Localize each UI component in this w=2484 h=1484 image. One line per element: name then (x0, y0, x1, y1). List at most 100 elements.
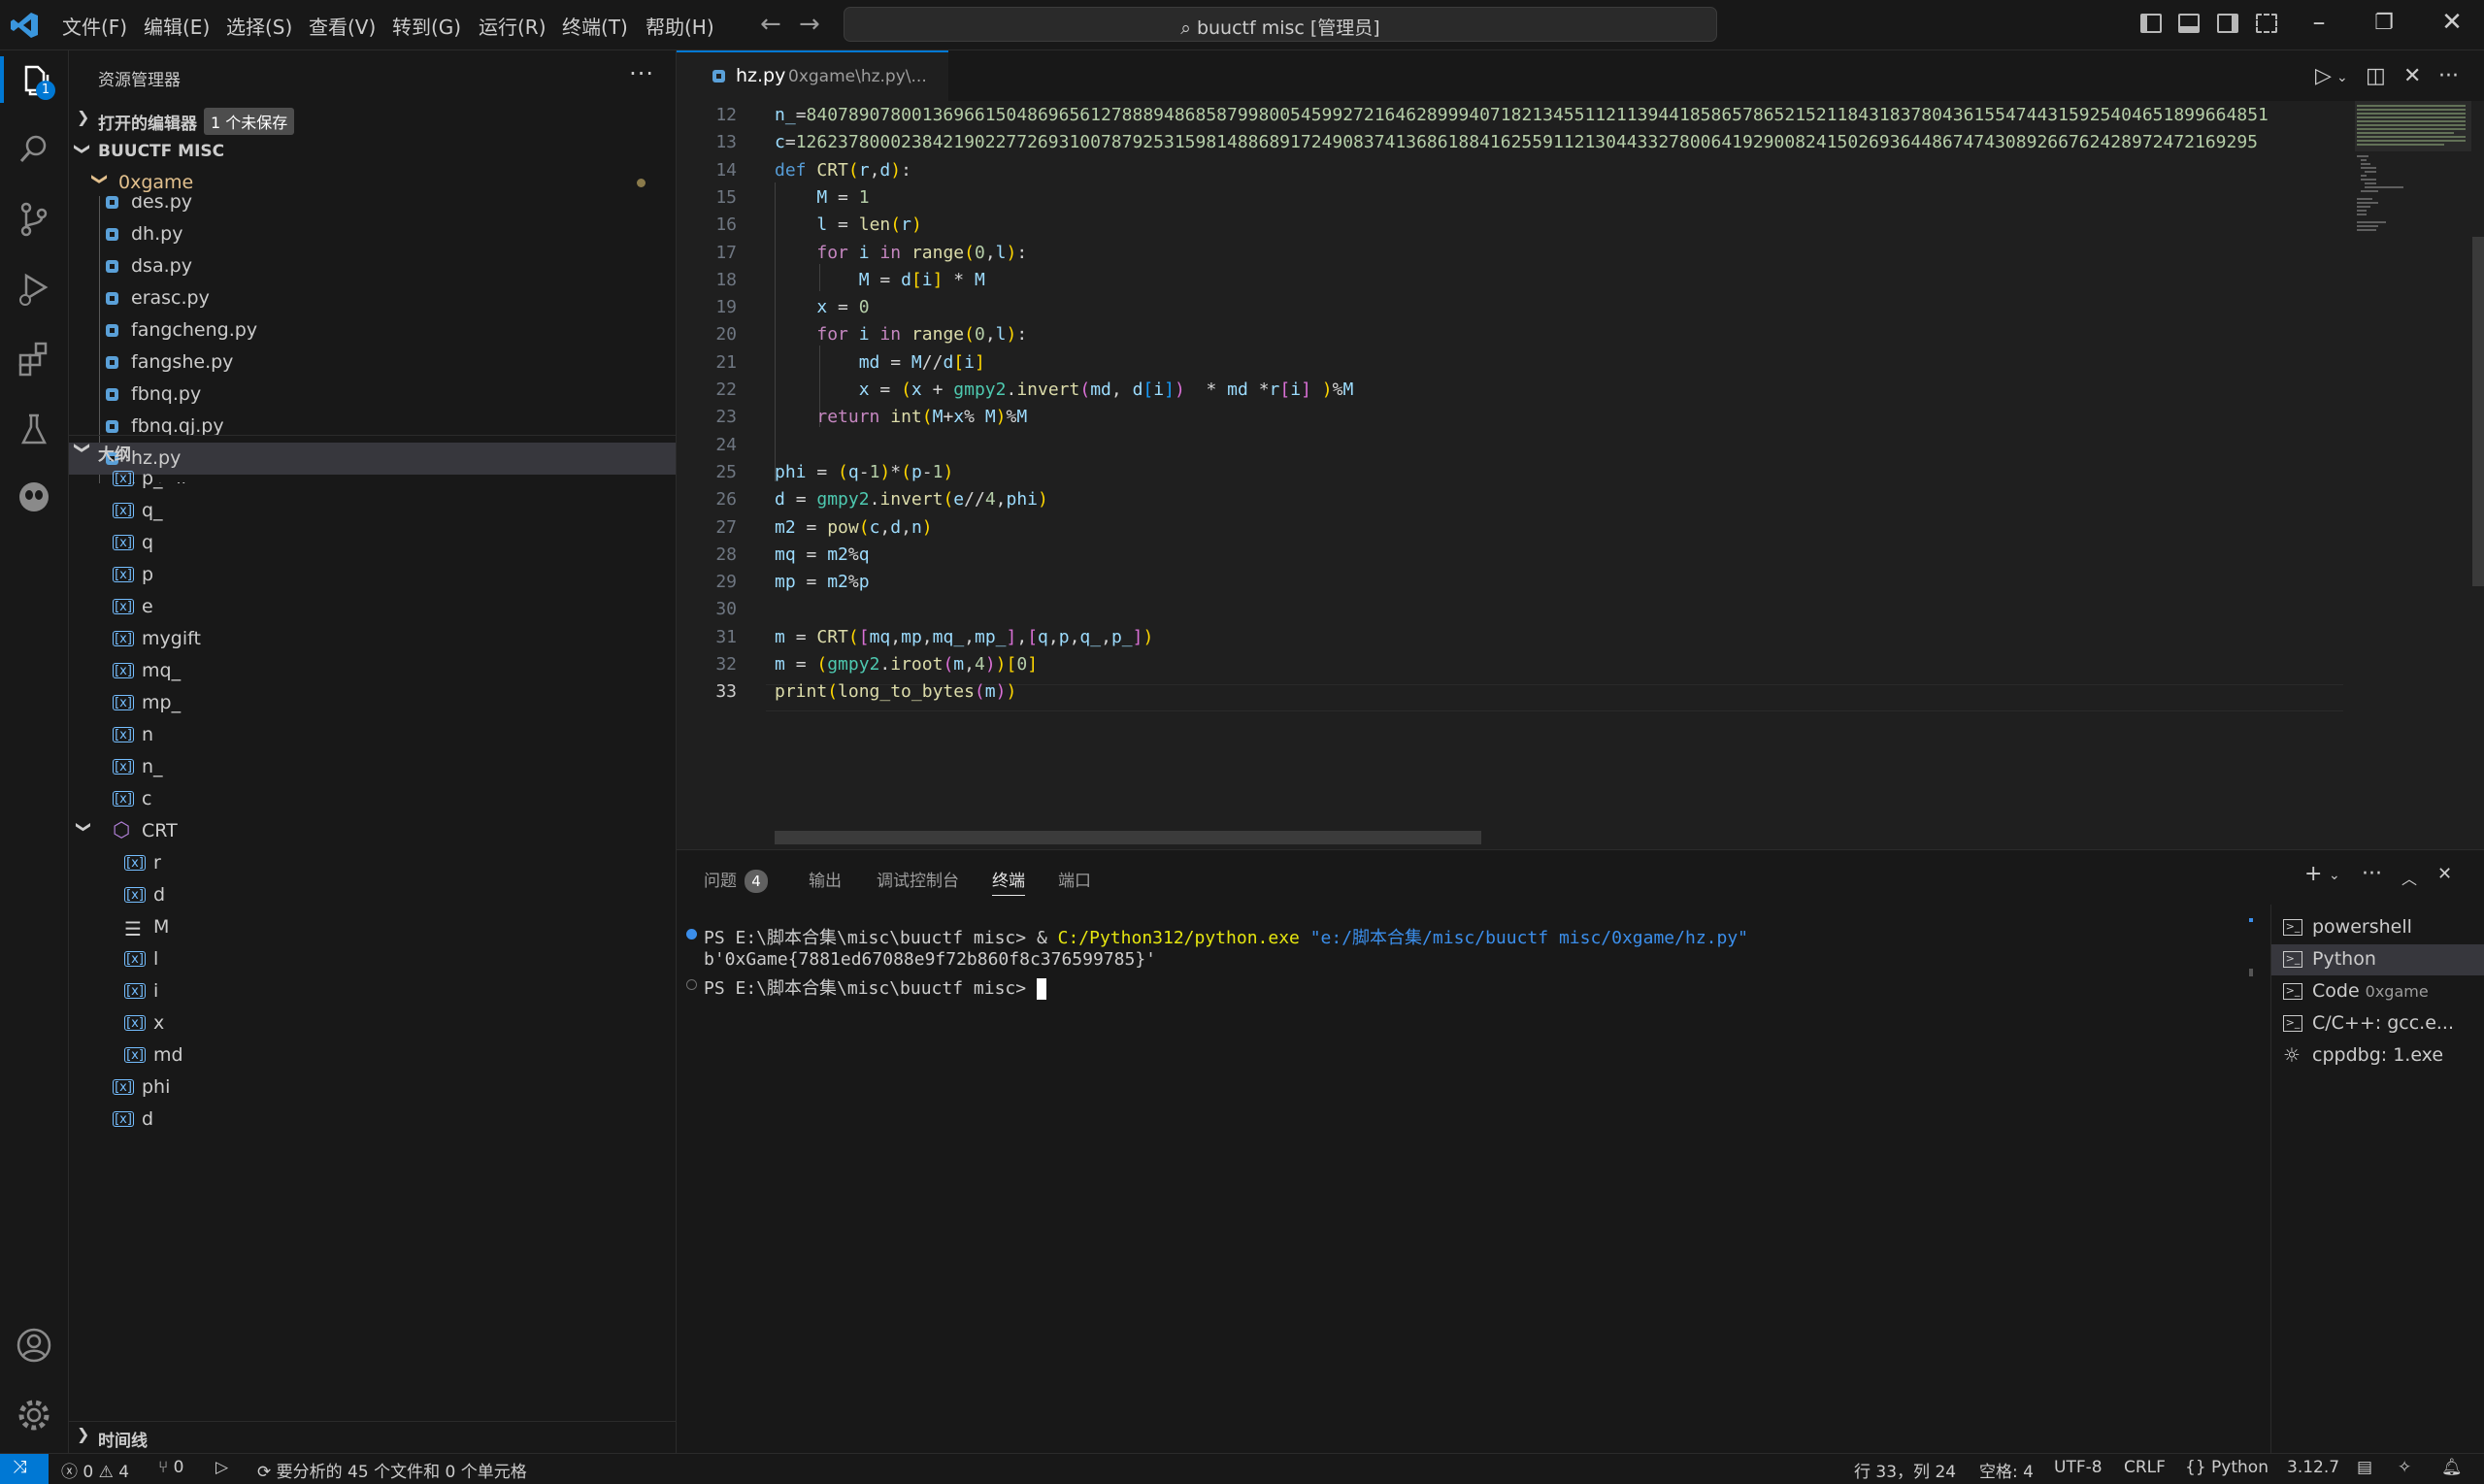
manage-gear-icon[interactable] (13, 1394, 55, 1436)
close-tab-icon[interactable]: ✕ (2403, 64, 2421, 88)
file-item[interactable]: dsa.py (69, 250, 676, 282)
outline-section[interactable]: ❯ 大纲 (69, 435, 676, 465)
outline-item[interactable]: [x] q_ (69, 496, 676, 528)
menu-file[interactable]: 文件(F) (62, 12, 127, 40)
restore-icon[interactable]: ❐ (2365, 11, 2403, 35)
notifications-bell-icon[interactable]: 🔔︎ (2441, 1458, 2463, 1477)
explorer-icon[interactable]: 1 (13, 59, 55, 102)
run-and-debug-icon[interactable] (13, 268, 55, 311)
workspace-section[interactable]: ❯ BUUCTF MISC (69, 137, 676, 166)
copilot-status-icon[interactable]: ✧ (2398, 1458, 2411, 1477)
code-line[interactable]: 29 mp = m2%p (677, 572, 2346, 599)
run-python-icon[interactable]: ▷ (2315, 64, 2332, 88)
toggle-panel-icon[interactable] (2178, 14, 2200, 33)
more-actions-icon[interactable]: ··· (2438, 64, 2459, 88)
cursor-position[interactable]: 行 33，列 24 (1854, 1458, 1956, 1482)
menu-go[interactable]: 转到(G) (392, 12, 461, 40)
outline-item[interactable]: [x] i (69, 976, 676, 1008)
terminal-dropdown-icon[interactable]: ⌄ (2329, 868, 2340, 883)
horizontal-scrollbar[interactable] (775, 831, 1481, 844)
menu-edit[interactable]: 编辑(E) (144, 12, 210, 40)
tab-ports[interactable]: 端口 (1058, 867, 1091, 891)
file-icon[interactable]: ▤ (2357, 1458, 2372, 1477)
outline-item[interactable]: [x] p_ (69, 464, 676, 496)
testing-flask-icon[interactable] (13, 408, 55, 450)
minimap[interactable] (2355, 101, 2471, 848)
run-dropdown-icon[interactable]: ⌄ (2336, 70, 2348, 85)
code-line[interactable]: 32 m = (gmpy2.iroot(m,4))[0] (677, 654, 2346, 681)
terminal-instance[interactable]: ☼ cppdbg: 1.exe (2271, 1040, 2484, 1072)
code-line[interactable]: 20 for i in range(0,l): (677, 324, 2346, 351)
outline-item[interactable]: [x] phi (69, 1072, 676, 1105)
copilot-icon[interactable] (13, 476, 55, 518)
file-item[interactable]: des.py (69, 196, 676, 218)
outline-item[interactable]: [x] r (69, 848, 676, 880)
code-line[interactable]: 30 (677, 599, 2346, 626)
outline-item[interactable]: [x] mp_ (69, 688, 676, 720)
end-of-line[interactable]: CRLF (2124, 1458, 2166, 1477)
extensions-icon[interactable] (13, 338, 55, 380)
command-center-search[interactable]: ⌕ buuctf misc [管理员] (844, 7, 1717, 42)
analysis-status[interactable]: ⟳ 要分析的 45 个文件和 0 个单元格 (257, 1458, 527, 1482)
tab-debug-console[interactable]: 调试控制台 (877, 867, 959, 891)
toggle-primary-sidebar-icon[interactable] (2140, 14, 2162, 33)
file-item[interactable]: fangcheng.py (69, 314, 676, 346)
menu-view[interactable]: 查看(V) (309, 12, 376, 40)
customize-layout-icon[interactable] (2256, 14, 2277, 33)
indentation[interactable]: 空格: 4 (1979, 1458, 2034, 1482)
outline-item[interactable]: [x] d (69, 1105, 676, 1137)
code-line[interactable]: 12 n_=84078907800136966150486965612788894… (677, 105, 2346, 132)
outline-item[interactable]: [x] n_ (69, 752, 676, 784)
code-line[interactable]: 22 x = (x + gmpy2.invert(md, d[i]) * md … (677, 379, 2346, 407)
file-item[interactable]: dh.py (69, 218, 676, 250)
outline-item[interactable]: [x] mygift (69, 624, 676, 656)
code-line[interactable]: 14 def CRT(r,d): (677, 160, 2346, 187)
code-line[interactable]: 15 M = 1 (677, 187, 2346, 214)
split-editor-icon[interactable]: ◫ (2366, 64, 2386, 88)
code-editor[interactable]: 12 n_=84078907800136966150486965612788894… (677, 101, 2484, 848)
outline-item[interactable]: [x] x (69, 1008, 676, 1040)
tab-output[interactable]: 输出 (809, 867, 842, 891)
accounts-icon[interactable] (13, 1324, 55, 1367)
code-line[interactable]: 19 x = 0 (677, 297, 2346, 324)
code-line[interactable]: 16 l = len(r) (677, 214, 2346, 242)
outline-item[interactable]: ❯ ⬡ CRT (69, 816, 676, 848)
outline-item[interactable]: [x] md (69, 1040, 676, 1072)
close-window-icon[interactable]: ✕ (2433, 8, 2471, 37)
problems-status[interactable]: ⓧ 0 ⚠ 4 (61, 1458, 129, 1482)
more-actions-icon[interactable]: ··· (629, 60, 654, 87)
ports-status[interactable]: ⑂ 0 (158, 1458, 183, 1477)
search-icon[interactable] (13, 128, 55, 171)
vertical-scrollbar[interactable] (2472, 237, 2484, 586)
outline-item[interactable]: [x] d (69, 880, 676, 912)
open-editors-section[interactable]: ❯ 打开的编辑器 1 个未保存 (69, 105, 676, 135)
outline-item[interactable]: [x] l (69, 944, 676, 976)
encoding[interactable]: UTF-8 (2054, 1458, 2103, 1477)
maximize-panel-icon[interactable]: ︿ (2401, 866, 2417, 889)
file-item[interactable]: fangshe.py (69, 346, 676, 379)
file-item[interactable]: erasc.py (69, 282, 676, 314)
terminal-instance[interactable]: >_ C/C++: gcc.e...✓ (2271, 1008, 2484, 1039)
new-terminal-icon[interactable]: + (2304, 862, 2322, 886)
code-line[interactable]: 18 M = d[i] * M (677, 270, 2346, 297)
more-actions-icon[interactable]: ··· (2362, 862, 2382, 886)
code-line[interactable]: 25 phi = (q-1)*(p-1) (677, 462, 2346, 489)
code-line[interactable]: 21 md = M//d[i] (677, 352, 2346, 379)
code-line[interactable]: 31 m = CRT([mq,mp,mq_,mp_],[q,p,q_,p_]) (677, 627, 2346, 654)
source-control-icon[interactable] (13, 198, 55, 241)
code-line[interactable]: 28 mq = m2%q (677, 544, 2346, 572)
language-mode[interactable]: {} Python (2185, 1458, 2269, 1477)
menu-terminal[interactable]: 终端(T) (562, 12, 628, 40)
code-line[interactable]: 26 d = gmpy2.invert(e//4,phi) (677, 489, 2346, 516)
tab-hz-py[interactable]: hz.py 0xgame\hz.py\... (677, 50, 948, 101)
outline-item[interactable]: [x] e (69, 592, 676, 624)
tab-terminal[interactable]: 终端 (992, 867, 1025, 896)
code-line[interactable]: 13 c=126237800023842190227726931007879253… (677, 132, 2346, 159)
code-line[interactable]: 17 for i in range(0,l): (677, 243, 2346, 270)
outline-item[interactable]: [x] p (69, 560, 676, 592)
code-line[interactable]: 23 return int(M+x% M)%M (677, 407, 2346, 434)
minimize-icon[interactable]: – (2300, 8, 2338, 37)
menu-run[interactable]: 运行(R) (479, 12, 546, 40)
outline-item[interactable]: ☰ M (69, 912, 676, 944)
outline-item[interactable]: [x] q (69, 528, 676, 560)
